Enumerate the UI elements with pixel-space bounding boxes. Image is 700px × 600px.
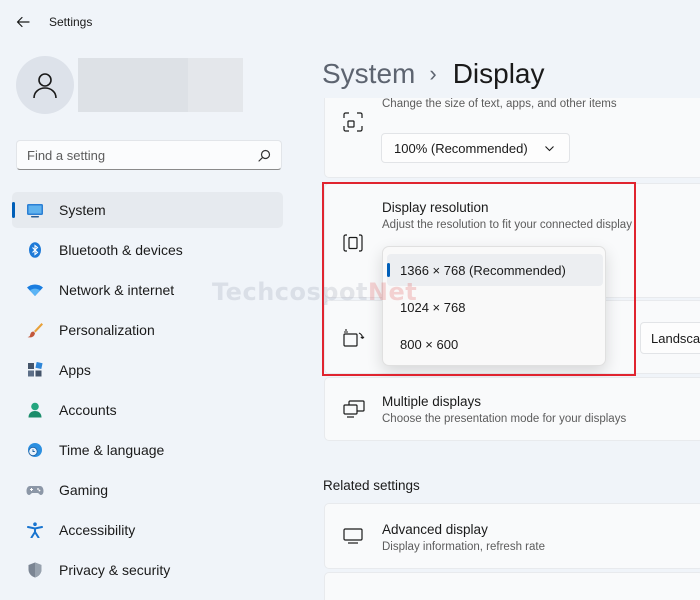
resolution-option-label: 1366 × 768 (Recommended) xyxy=(400,262,566,278)
multiple-displays-icon xyxy=(343,400,365,418)
resolution-title: Display resolution xyxy=(382,200,489,215)
user-email-redacted xyxy=(188,58,243,112)
apps-icon xyxy=(28,362,43,377)
person-icon xyxy=(33,73,57,99)
breadcrumb-separator: › xyxy=(429,61,437,86)
resolution-subtitle: Adjust the resolution to fit your connec… xyxy=(382,219,632,231)
sidebar-item-label: Personalization xyxy=(59,322,155,338)
resolution-option[interactable]: 1366 × 768 (Recommended) xyxy=(387,254,603,286)
sidebar-item-accessibility[interactable]: Accessibility xyxy=(12,512,283,548)
sidebar-item-label: Accounts xyxy=(59,402,117,418)
sidebar-item-label: Accessibility xyxy=(59,522,136,538)
sidebar-nav: System Bluetooth & devices Network & int… xyxy=(12,192,283,592)
resolution-icon xyxy=(343,234,363,252)
resolution-option-label: 1024 × 768 xyxy=(400,299,466,315)
multiple-displays-subtitle: Choose the presentation mode for your di… xyxy=(382,413,627,425)
orientation-dropdown-value: Landscape xyxy=(651,330,700,346)
page-title: Display xyxy=(452,58,545,89)
related-settings-heading: Related settings xyxy=(323,478,420,493)
advanced-display-card[interactable]: Advanced display Display information, re… xyxy=(324,503,700,569)
resolution-option-label: 800 × 600 xyxy=(400,336,459,352)
sidebar-item-time-language[interactable]: Time & language xyxy=(12,432,283,468)
search-box[interactable] xyxy=(16,140,282,170)
app-title: Settings xyxy=(49,15,93,29)
search-input[interactable] xyxy=(27,147,247,163)
monitor-icon xyxy=(27,204,43,218)
arrow-left-icon xyxy=(16,16,30,28)
title-bar: Settings xyxy=(0,0,700,44)
search-icon[interactable] xyxy=(258,149,271,162)
sidebar: System Bluetooth & devices Network & int… xyxy=(0,44,300,600)
back-button[interactable] xyxy=(12,11,34,33)
sidebar-item-label: Bluetooth & devices xyxy=(59,242,183,258)
user-name-redacted xyxy=(78,58,188,112)
scale-subtitle: Change the size of text, apps, and other… xyxy=(382,98,617,110)
resolution-option[interactable]: 1024 × 768 xyxy=(387,291,603,323)
sidebar-item-network[interactable]: Network & internet xyxy=(12,272,283,308)
selected-indicator xyxy=(387,263,390,277)
orientation-dropdown[interactable]: Landscape xyxy=(640,322,700,354)
breadcrumb: System › Display xyxy=(322,58,545,90)
multiple-displays-title: Multiple displays xyxy=(382,394,482,409)
resolution-option[interactable]: 800 × 600 xyxy=(387,328,603,360)
person-icon xyxy=(28,402,42,418)
next-related-card[interactable] xyxy=(324,572,700,600)
sidebar-item-system[interactable]: System xyxy=(12,192,283,228)
multiple-displays-card[interactable]: Multiple displays Choose the presentatio… xyxy=(324,377,700,441)
advanced-display-subtitle: Display information, refresh rate xyxy=(382,541,545,553)
sidebar-item-bluetooth[interactable]: Bluetooth & devices xyxy=(12,232,283,268)
sidebar-item-label: System xyxy=(59,202,106,218)
accessibility-icon xyxy=(27,522,43,538)
scale-dropdown[interactable]: 100% (Recommended) xyxy=(381,133,570,163)
sidebar-item-label: Privacy & security xyxy=(59,562,171,578)
advanced-display-title: Advanced display xyxy=(382,522,488,537)
scale-icon xyxy=(343,112,363,132)
gamepad-icon xyxy=(26,486,44,495)
sidebar-item-gaming[interactable]: Gaming xyxy=(12,472,283,508)
sidebar-item-personalization[interactable]: Personalization xyxy=(12,312,283,348)
sidebar-item-label: Time & language xyxy=(59,442,165,458)
chevron-down-icon xyxy=(545,146,554,152)
wifi-icon xyxy=(27,284,43,296)
sidebar-item-privacy-security[interactable]: Privacy & security xyxy=(12,552,283,588)
sidebar-item-accounts[interactable]: Accounts xyxy=(12,392,283,428)
shield-icon xyxy=(28,562,42,578)
orientation-icon xyxy=(343,329,365,347)
sidebar-item-apps[interactable]: Apps xyxy=(12,352,283,388)
clock-globe-icon xyxy=(28,443,42,457)
scale-dropdown-value: 100% (Recommended) xyxy=(394,140,528,156)
sidebar-item-label: Network & internet xyxy=(59,282,175,298)
sidebar-item-label: Gaming xyxy=(59,482,109,498)
brush-icon xyxy=(27,323,43,338)
monitor-outline-icon xyxy=(343,528,363,544)
bluetooth-icon xyxy=(29,242,41,258)
resolution-dropdown-list: 1366 × 768 (Recommended) 1024 × 768 800 … xyxy=(382,246,606,366)
avatar[interactable] xyxy=(16,56,74,114)
sidebar-item-label: Apps xyxy=(59,362,91,378)
active-indicator xyxy=(12,202,15,218)
breadcrumb-parent[interactable]: System xyxy=(322,58,415,90)
